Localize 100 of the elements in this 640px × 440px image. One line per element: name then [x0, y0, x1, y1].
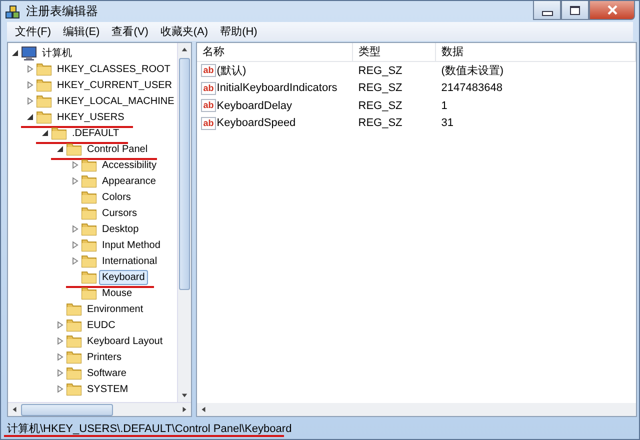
- folder-icon: [81, 253, 97, 269]
- folder-icon: [36, 61, 52, 77]
- string-value-icon: ab: [201, 64, 216, 78]
- table-cell-text: REG_SZ: [357, 64, 404, 77]
- folder-icon: [36, 109, 52, 125]
- tree-item[interactable]: Input Method: [99, 238, 164, 252]
- table-cell-text: REG_SZ: [357, 82, 404, 94]
- folder-icon: [81, 285, 97, 301]
- string-value-icon: ab: [201, 116, 216, 130]
- status-path: 计算机\HKEY_USERS\.DEFAULT\Control Panel\Keyboard: [7, 422, 292, 436]
- table-cell: KeyboardSpeed: [216, 117, 296, 130]
- table-cell: KeyboardDelay: [216, 100, 292, 112]
- column-header[interactable]: 名称: [197, 43, 354, 61]
- close-icon: [606, 5, 618, 15]
- tree-item[interactable]: Keyboard: [99, 270, 148, 284]
- tree-item[interactable]: .DEFAULT: [69, 126, 122, 140]
- tree-item[interactable]: Appearance: [99, 174, 159, 188]
- maximize-button[interactable]: [561, 1, 589, 20]
- tree-item[interactable]: Accessibility: [99, 158, 160, 172]
- folder-icon: [81, 269, 97, 285]
- scroll-left-arrow-icon[interactable]: [200, 406, 208, 413]
- collapse-triangle-icon[interactable]: [26, 113, 34, 121]
- tree-item[interactable]: Software: [84, 366, 130, 380]
- minimize-button[interactable]: [533, 1, 561, 20]
- scroll-down-arrow-icon[interactable]: [181, 392, 188, 399]
- tree-item[interactable]: Control Panel: [84, 142, 151, 156]
- expand-triangle-icon[interactable]: [26, 65, 34, 73]
- collapse-triangle-icon[interactable]: [56, 145, 64, 153]
- folder-icon: [66, 141, 82, 157]
- scroll-up-arrow-icon[interactable]: [181, 46, 188, 53]
- expand-triangle-icon[interactable]: [71, 225, 79, 233]
- expand-triangle-icon[interactable]: [56, 321, 64, 329]
- folder-icon: [66, 349, 82, 365]
- expand-triangle-icon[interactable]: [56, 337, 64, 345]
- folder-icon: [51, 125, 67, 141]
- column-header[interactable]: 类型: [353, 43, 436, 61]
- vertical-scrollbar[interactable]: [177, 43, 192, 402]
- close-button[interactable]: [589, 1, 635, 20]
- folder-icon: [81, 205, 97, 221]
- collapse-triangle-icon[interactable]: [11, 49, 19, 57]
- window-title: 注册表编辑器: [26, 3, 99, 20]
- column-header[interactable]: 数据: [436, 43, 636, 61]
- menu-item[interactable]: 帮助(H): [214, 24, 264, 39]
- tree-item[interactable]: Desktop: [99, 222, 142, 236]
- tree-item[interactable]: HKEY_CLASSES_ROOT: [54, 62, 174, 76]
- tree-item[interactable]: HKEY_CURRENT_USER: [54, 78, 176, 92]
- folder-icon: [66, 365, 82, 381]
- table-cell-text: (默认): [216, 64, 246, 78]
- menu-item[interactable]: 编辑(E): [57, 24, 106, 39]
- scroll-left-arrow-icon[interactable]: [11, 406, 18, 413]
- folder-icon: [36, 77, 52, 93]
- table-cell-text: REG_SZ: [357, 100, 404, 112]
- tree-item[interactable]: Cursors: [99, 206, 140, 220]
- expand-triangle-icon[interactable]: [56, 369, 64, 377]
- folder-icon: [81, 157, 97, 173]
- string-value-icon: ab: [201, 99, 216, 112]
- scroll-right-arrow-icon[interactable]: [181, 406, 188, 413]
- expand-triangle-icon[interactable]: [26, 81, 34, 89]
- table-cell: InitialKeyboardIndicators: [216, 82, 338, 94]
- tree-item[interactable]: HKEY_USERS: [54, 110, 128, 124]
- table-cell-text: 1: [440, 100, 448, 112]
- tree-item[interactable]: Mouse: [99, 286, 136, 300]
- tree-item[interactable]: HKEY_LOCAL_MACHINE: [54, 94, 178, 108]
- expand-triangle-icon[interactable]: [56, 353, 64, 361]
- tree-item[interactable]: EUDC: [84, 318, 118, 332]
- cubes-icon: [5, 4, 21, 20]
- tree-item[interactable]: International: [99, 254, 160, 268]
- folder-icon: [66, 381, 82, 397]
- string-value-icon: ab: [201, 82, 216, 95]
- collapse-triangle-icon[interactable]: [41, 129, 49, 137]
- tree-item[interactable]: 计算机: [39, 46, 75, 60]
- folder-icon: [66, 301, 82, 317]
- folder-icon: [81, 173, 97, 189]
- table-cell-text: 2147483648: [440, 82, 504, 94]
- table-cell-text: (数值未设置): [440, 64, 505, 78]
- tree-item[interactable]: SYSTEM: [84, 382, 132, 396]
- computer-icon: [21, 45, 37, 61]
- folder-icon: [36, 93, 52, 109]
- folder-icon: [81, 189, 97, 205]
- tree-item[interactable]: Printers: [84, 350, 124, 364]
- horizontal-scrollbar[interactable]: [197, 403, 636, 416]
- expand-triangle-icon[interactable]: [71, 241, 79, 249]
- tree-item[interactable]: Colors: [99, 190, 134, 204]
- expand-triangle-icon[interactable]: [71, 161, 79, 169]
- folder-icon: [81, 237, 97, 253]
- table-cell-text: REG_SZ: [357, 117, 404, 130]
- folder-icon: [66, 317, 82, 333]
- menu-item[interactable]: 文件(F): [9, 24, 58, 39]
- tree-item[interactable]: Environment: [84, 302, 146, 316]
- menu-item[interactable]: 收藏夹(A): [154, 24, 214, 39]
- tree-item[interactable]: Keyboard Layout: [84, 334, 166, 348]
- table-cell-text: 31: [440, 117, 455, 130]
- folder-icon: [81, 221, 97, 237]
- horizontal-scrollbar[interactable]: [8, 402, 192, 416]
- menu-item[interactable]: 查看(V): [106, 24, 154, 39]
- expand-triangle-icon[interactable]: [71, 177, 79, 185]
- expand-triangle-icon[interactable]: [71, 257, 79, 265]
- expand-triangle-icon[interactable]: [26, 97, 34, 105]
- expand-triangle-icon[interactable]: [56, 385, 64, 393]
- folder-icon: [66, 333, 82, 349]
